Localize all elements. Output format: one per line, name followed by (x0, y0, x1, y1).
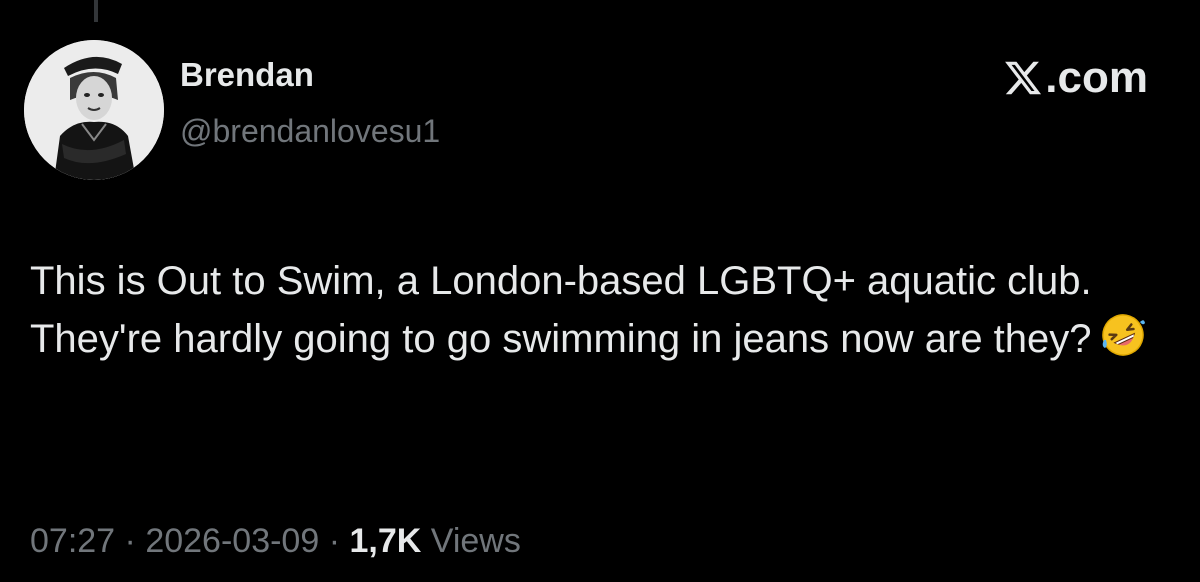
meta-separator: · (124, 522, 136, 560)
avatar[interactable] (24, 40, 164, 180)
rolling-on-floor-laughing-emoji-icon (1100, 312, 1146, 358)
brand-domain-label: .com (1045, 53, 1148, 102)
source-brand: .com (1003, 56, 1148, 100)
tweet-time[interactable]: 07:27 (30, 522, 115, 560)
views-label: Views (430, 522, 521, 560)
x-logo-icon (1003, 58, 1043, 98)
tweet-meta: 07:27 · 2026-03-09 · 1,7K Views (30, 524, 521, 558)
tweet-date[interactable]: 2026-03-09 (145, 522, 319, 560)
meta-separator: · (328, 522, 341, 560)
views-count: 1,7K (349, 522, 422, 560)
thread-connector-line (94, 0, 98, 22)
tweet-text: This is Out to Swim, a London-based LGBT… (30, 259, 1092, 361)
tweet-body: This is Out to Swim, a London-based LGBT… (30, 252, 1170, 368)
author-handle[interactable]: @brendanlovesu1 (180, 115, 440, 147)
author-name[interactable]: Brendan (180, 58, 314, 91)
